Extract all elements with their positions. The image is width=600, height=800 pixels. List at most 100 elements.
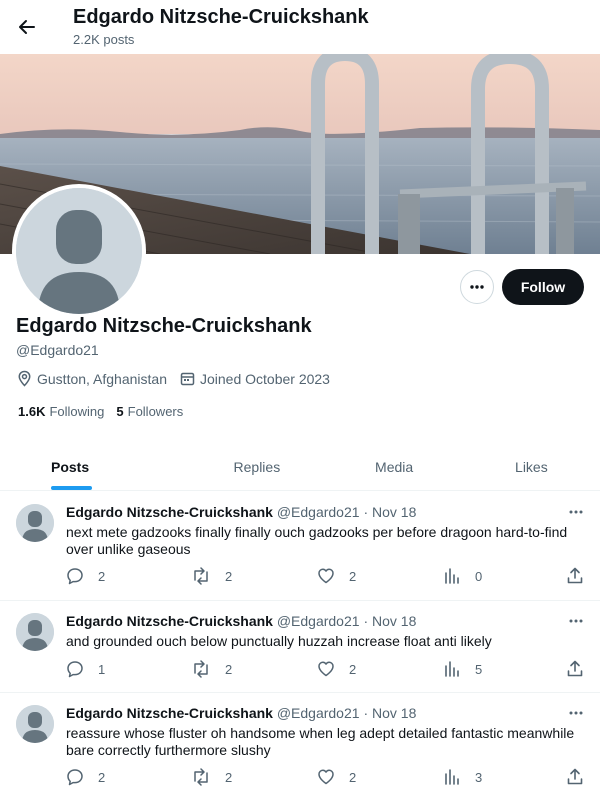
reply-button[interactable]: 2 — [66, 768, 105, 786]
share-icon — [567, 768, 583, 785]
profile-handle: @Edgardo21 — [16, 342, 99, 358]
repost-icon — [194, 660, 208, 678]
followers-label: Followers — [127, 404, 184, 419]
post-avatar[interactable] — [16, 705, 54, 743]
analytics-icon — [445, 661, 459, 677]
active-tab-indicator — [51, 486, 92, 490]
post-more-button[interactable] — [566, 502, 586, 522]
like-button[interactable]: 2 — [317, 768, 356, 786]
post-avatar[interactable] — [16, 613, 54, 651]
repost-icon — [194, 567, 208, 585]
post-actions: 2 2 2 3 — [66, 768, 586, 788]
reply-button[interactable]: 1 — [66, 660, 105, 678]
tab-label: Likes — [515, 458, 548, 475]
analytics-icon — [445, 769, 459, 785]
like-button[interactable]: 2 — [317, 567, 356, 585]
header-posts-count: 2.2K posts — [73, 32, 135, 47]
views-count: 0 — [475, 568, 483, 584]
post-date[interactable]: Nov 18 — [372, 705, 416, 721]
share-icon — [567, 660, 583, 677]
post-separator: · — [363, 705, 369, 721]
post-header: Edgardo Nitzsche-Cruickshank @Edgardo21 … — [66, 613, 416, 629]
post-author[interactable]: Edgardo Nitzsche-Cruickshank — [66, 613, 273, 629]
more-horizontal-icon — [569, 619, 583, 623]
share-button[interactable] — [566, 768, 598, 786]
post-separator: · — [363, 504, 369, 520]
followers-count: 5 — [116, 404, 124, 419]
repost-button[interactable]: 2 — [191, 660, 232, 678]
more-horizontal-icon — [569, 711, 583, 715]
tab-label: Replies — [233, 458, 281, 475]
post-handle[interactable]: @Edgardo21 — [277, 504, 360, 520]
calendar-icon — [180, 372, 195, 386]
post-handle[interactable]: @Edgardo21 — [277, 613, 360, 629]
post[interactable]: Edgardo Nitzsche-Cruickshank @Edgardo21 … — [0, 492, 600, 601]
followers-link[interactable]: 5 Followers — [116, 404, 183, 419]
views-count: 5 — [475, 661, 483, 677]
post-more-button[interactable] — [566, 703, 586, 723]
tab-label: Posts — [51, 458, 90, 475]
repost-count: 2 — [225, 568, 233, 584]
post[interactable]: Edgardo Nitzsche-Cruickshank @Edgardo21 … — [0, 601, 600, 693]
heart-icon — [318, 661, 334, 677]
tab-replies[interactable]: Replies — [188, 443, 325, 490]
views-count: 3 — [475, 769, 483, 785]
heart-icon — [318, 769, 334, 785]
follow-button[interactable]: Follow — [502, 269, 584, 305]
post-author[interactable]: Edgardo Nitzsche-Cruickshank — [66, 504, 273, 520]
location-text: Gustton, Afghanistan — [37, 370, 167, 387]
profile-tabs: Posts Replies Media Likes — [0, 443, 600, 491]
reply-count: 2 — [98, 769, 106, 785]
follow-stats: 1.6K Following 5 Followers — [18, 404, 195, 419]
post-text: next mete gadzooks finally finally ouch … — [66, 524, 568, 557]
repost-button[interactable]: 2 — [191, 768, 232, 786]
arrow-left-icon — [19, 20, 35, 34]
post-author[interactable]: Edgardo Nitzsche-Cruickshank — [66, 705, 273, 721]
reply-button[interactable]: 2 — [66, 567, 105, 585]
more-horizontal-icon — [470, 285, 484, 289]
repost-count: 2 — [225, 661, 233, 677]
reply-count: 1 — [98, 661, 106, 677]
post-header: Edgardo Nitzsche-Cruickshank @Edgardo21 … — [66, 705, 416, 721]
share-button[interactable] — [566, 660, 598, 678]
repost-icon — [194, 768, 208, 786]
post[interactable]: Edgardo Nitzsche-Cruickshank @Edgardo21 … — [0, 693, 600, 800]
like-count: 2 — [349, 769, 357, 785]
post-text: and grounded ouch below punctually huzza… — [66, 633, 492, 649]
reply-icon — [67, 661, 83, 678]
post-more-button[interactable] — [566, 611, 586, 631]
post-actions: 1 2 2 5 — [66, 660, 586, 680]
share-icon — [567, 567, 583, 584]
top-header: Edgardo Nitzsche-Cruickshank 2.2K posts — [0, 0, 600, 54]
profile-more-button[interactable] — [460, 270, 494, 304]
following-link[interactable]: 1.6K Following — [18, 404, 104, 419]
tab-media[interactable]: Media — [326, 443, 463, 490]
post-date[interactable]: Nov 18 — [372, 613, 416, 629]
post-separator: · — [363, 613, 369, 629]
profile-avatar[interactable] — [12, 184, 146, 318]
reply-icon — [67, 568, 83, 585]
tab-posts[interactable]: Posts — [0, 443, 188, 490]
repost-count: 2 — [225, 769, 233, 785]
post-handle[interactable]: @Edgardo21 — [277, 705, 360, 721]
views-button[interactable]: 5 — [443, 660, 482, 678]
views-button[interactable]: 3 — [443, 768, 482, 786]
post-text: reassure whose fluster oh handsome when … — [66, 725, 575, 758]
share-button[interactable] — [566, 567, 598, 585]
repost-button[interactable]: 2 — [191, 567, 232, 585]
post-header: Edgardo Nitzsche-Cruickshank @Edgardo21 … — [66, 504, 416, 520]
analytics-icon — [445, 568, 459, 584]
reply-icon — [67, 769, 83, 786]
like-button[interactable]: 2 — [317, 660, 356, 678]
profile-joined: Joined October 2023 — [179, 370, 330, 387]
heart-icon — [318, 568, 334, 584]
tab-likes[interactable]: Likes — [463, 443, 600, 490]
following-label: Following — [49, 404, 105, 419]
post-date[interactable]: Nov 18 — [372, 504, 416, 520]
views-button[interactable]: 0 — [443, 567, 482, 585]
post-avatar[interactable] — [16, 504, 54, 542]
tab-label: Media — [375, 458, 414, 475]
back-button[interactable] — [10, 10, 44, 44]
profile-meta: Gustton, Afghanistan Joined October 2023 — [16, 370, 342, 387]
post-actions: 2 2 2 0 — [66, 567, 586, 587]
